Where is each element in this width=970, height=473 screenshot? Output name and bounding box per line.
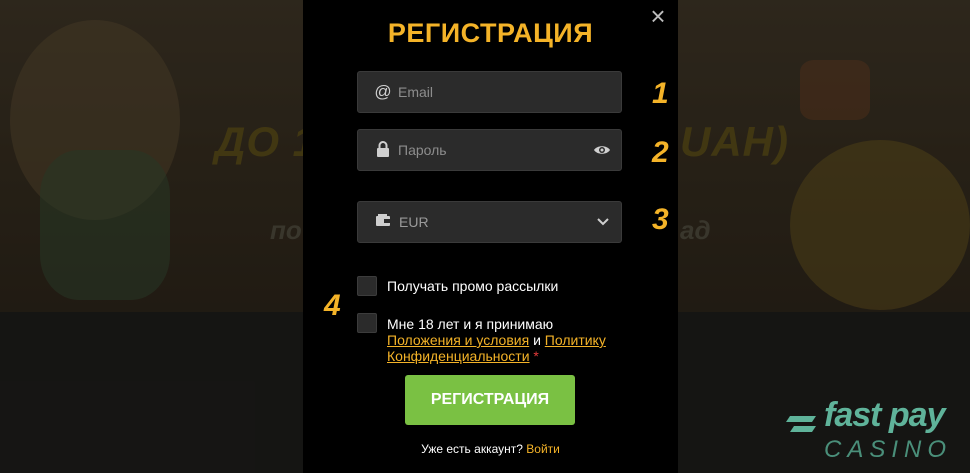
annotation-1: 1 <box>652 77 669 110</box>
register-button[interactable]: РЕГИСТРАЦИЯ <box>405 375 575 425</box>
modal-title: РЕГИСТРАЦИЯ <box>387 18 594 48</box>
at-icon: @ <box>374 82 392 101</box>
logo-casino-text: CASINO <box>824 436 953 463</box>
eye-icon[interactable] <box>593 142 611 158</box>
login-link[interactable]: Войти <box>526 442 560 456</box>
annotation-2: 2 <box>652 136 669 169</box>
email-input[interactable] <box>398 72 598 112</box>
lock-icon <box>374 141 392 159</box>
chevron-down-icon <box>597 218 609 226</box>
password-input[interactable] <box>398 130 598 170</box>
privacy-policy-link-part2[interactable]: Конфиденциальности <box>387 348 530 364</box>
password-field[interactable] <box>357 129 622 171</box>
fastpay-casino-logo: fast pay CASINO <box>784 396 960 466</box>
email-field[interactable]: @ <box>357 71 622 113</box>
promo-checkbox[interactable] <box>357 276 377 296</box>
terms-label: Мне 18 лет и я принимаю Положения и усло… <box>387 316 637 364</box>
terms-checkbox[interactable] <box>357 313 377 333</box>
promo-label: Получать промо рассылки <box>387 278 559 294</box>
terms-conditions-link[interactable]: Положения и условия <box>387 332 529 348</box>
annotation-4: 4 <box>324 289 341 322</box>
login-prompt-text: Уже есть аккаунт? <box>421 442 523 456</box>
required-asterisk: * <box>529 348 539 364</box>
terms-and: и <box>529 332 545 348</box>
privacy-policy-link-part1[interactable]: Политику <box>545 332 606 348</box>
currency-select[interactable]: EUR <box>357 201 622 243</box>
logo-mark-icon <box>786 416 816 432</box>
logo-fast-text: fast pay <box>824 396 945 434</box>
login-prompt: Уже есть аккаунт? Войти <box>303 442 678 456</box>
terms-prefix: Мне 18 лет и я принимаю <box>387 316 554 332</box>
annotation-3: 3 <box>652 203 669 236</box>
wallet-icon <box>374 213 392 231</box>
currency-value: EUR <box>399 214 429 230</box>
